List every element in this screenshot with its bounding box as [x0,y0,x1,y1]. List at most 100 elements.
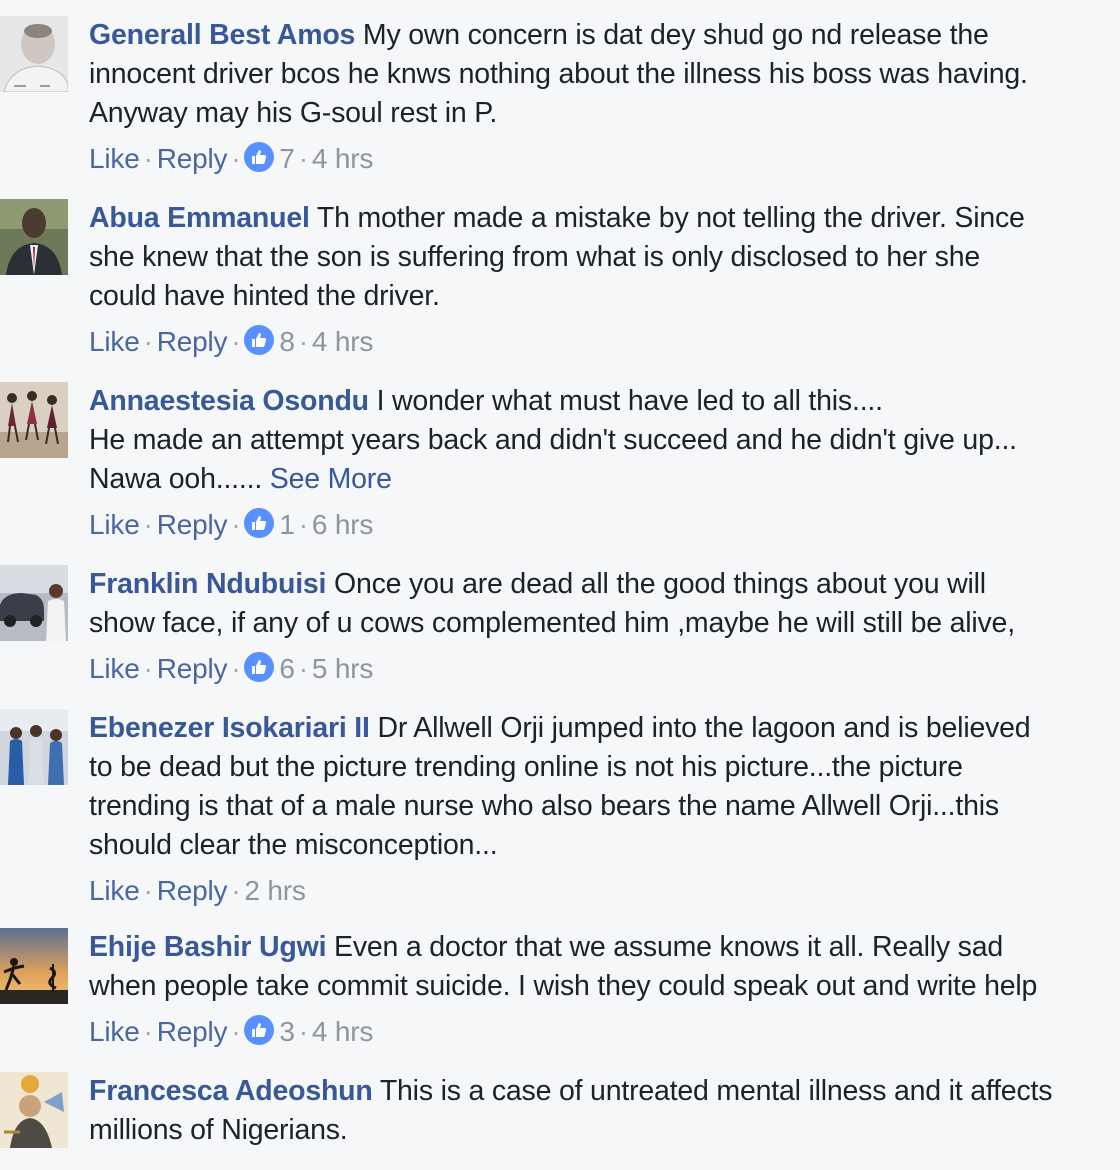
reaction-count[interactable]: 7 [279,143,295,174]
like-button[interactable]: Like [89,875,140,906]
comment-line: when people take commit suicide. I wish … [89,970,1038,1002]
comment-line: innocent driver bcos he knws nothing abo… [89,58,1028,90]
comment-line: trending is that of a male nurse who als… [89,790,999,822]
sunset-silhouette-avatar[interactable] [0,928,68,1004]
reply-button[interactable]: Reply [157,143,228,174]
thumbs-up-icon[interactable] [244,325,275,355]
comment-text: Ehije Bashir Ugwi Even a doctor that we … [89,928,1114,1006]
comment-body: Generall Best Amos My own concern is dat… [89,16,1114,177]
comment-actions: Like · Reply · 8 · 4 hrs [89,324,1114,360]
comment-actions: Like · Reply · 2 hrs [89,873,1114,909]
comment-timestamp[interactable]: 5 hrs [312,653,373,684]
comment-line: Anyway may his G-soul rest in P. [89,97,498,129]
separator-dot: · [143,326,153,357]
comment-text: Francesca Adeoshun This is a case of unt… [89,1072,1114,1150]
comment-text: Generall Best Amos My own concern is dat… [89,16,1114,133]
man-in-suit-avatar[interactable] [0,199,68,275]
comment-timestamp[interactable]: 6 hrs [312,509,373,540]
separator-dot: · [231,143,241,174]
comment-actions: Like · Reply · 1 · 6 hrs [89,507,1114,543]
comment-actions: Like · Reply · 3 · 4 hrs [89,1014,1114,1050]
separator-dot: · [143,143,153,174]
comment-line: Dr Allwell Orji jumped into the lagoon a… [377,712,1031,744]
comment-body: Abua Emmanuel Th mother made a mistake b… [89,199,1114,360]
separator-dot: · [298,509,308,540]
comment-timestamp[interactable]: 4 hrs [312,1016,373,1047]
reaction-count[interactable]: 6 [279,653,295,684]
comment-line: should clear the misconception... [89,829,498,861]
separator-dot: · [231,326,241,357]
comment-body: Ebenezer Isokariari II Dr Allwell Orji j… [89,709,1114,909]
comment-line: she knew that the son is suffering from … [89,241,981,273]
comment-line: could have hinted the driver. [89,280,440,312]
comment-body: Annaestesia Osondu I wonder what must ha… [89,382,1114,543]
comment-timestamp[interactable]: 4 hrs [312,143,373,174]
comment-line: Even a doctor that we assume knows it al… [334,931,1004,963]
separator-dot: · [231,875,241,906]
comment-thread: Generall Best Amos My own concern is dat… [0,0,1120,1170]
separator-dot: · [231,509,241,540]
commenter-name[interactable]: Annaestesia Osondu [89,385,369,417]
comment-line: millions of Nigerians. [89,1114,348,1146]
comment-line: Nawa ooh...... [89,463,263,495]
reply-button[interactable]: Reply [157,653,228,684]
man-portrait-avatar[interactable] [0,16,68,92]
comment-actions: Like · Reply · 6 · 5 hrs [89,651,1114,687]
commenter-name[interactable]: Francesca Adeoshun [89,1075,373,1107]
comment-body: Ehije Bashir Ugwi Even a doctor that we … [89,928,1114,1050]
comment-line: to be dead but the picture trending onli… [89,751,963,783]
like-button[interactable]: Like [89,653,140,684]
illustration-avatar[interactable] [0,1072,68,1148]
reply-button[interactable]: Reply [157,509,228,540]
reaction-count[interactable]: 8 [279,326,295,357]
thumbs-up-icon[interactable] [244,1015,275,1045]
street-car-avatar[interactable] [0,565,68,641]
comment-line: This is a case of untreated mental illne… [379,1075,1053,1107]
separator-dot: · [231,1016,241,1047]
commenter-name[interactable]: Ebenezer Isokariari II [89,712,370,744]
comment-line: Once you are dead all the good things ab… [334,568,986,600]
separator-dot: · [298,143,308,174]
see-more-link[interactable]: See More [270,463,392,495]
reply-button[interactable]: Reply [157,875,228,906]
reaction-count[interactable]: 3 [279,1016,295,1047]
comment-line: Th mother made a mistake by not telling … [316,202,1025,234]
like-button[interactable]: Like [89,1016,140,1047]
separator-dot: · [231,653,241,684]
commenter-name[interactable]: Generall Best Amos [89,19,355,51]
separator-dot: · [298,1016,308,1047]
comment-text: Ebenezer Isokariari II Dr Allwell Orji j… [89,709,1114,865]
comment-timestamp[interactable]: 2 hrs [244,875,305,906]
separator-dot: · [143,875,153,906]
commenter-name[interactable]: Franklin Ndubuisi [89,568,326,600]
dancers-avatar[interactable] [0,382,68,458]
thumbs-up-icon[interactable] [244,142,275,172]
comment-line: My own concern is dat dey shud go nd rel… [362,19,989,51]
like-button[interactable]: Like [89,326,140,357]
thumbs-up-icon[interactable] [244,508,275,538]
like-button[interactable]: Like [89,509,140,540]
commenter-name[interactable]: Abua Emmanuel [89,202,310,234]
comment-line: He made an attempt years back and didn't… [89,424,1017,456]
separator-dot: · [298,653,308,684]
separator-dot: · [298,326,308,357]
comment-line: show face, if any of u cows complemented… [89,607,1015,639]
comment-timestamp[interactable]: 4 hrs [312,326,373,357]
like-button[interactable]: Like [89,143,140,174]
comment-line: I wonder what must have led to all this.… [376,385,883,417]
separator-dot: · [143,1016,153,1047]
reply-button[interactable]: Reply [157,326,228,357]
separator-dot: · [143,653,153,684]
commenter-name[interactable]: Ehije Bashir Ugwi [89,931,327,963]
comment-text: Franklin Ndubuisi Once you are dead all … [89,565,1114,643]
thumbs-up-icon[interactable] [244,652,275,682]
reaction-count[interactable]: 1 [279,509,295,540]
comment-text: Annaestesia Osondu I wonder what must ha… [89,382,1114,499]
separator-dot: · [143,509,153,540]
comment-actions: Like · Reply · 7 · 4 hrs [89,141,1114,177]
reply-button[interactable]: Reply [157,1016,228,1047]
comment-text: Abua Emmanuel Th mother made a mistake b… [89,199,1114,316]
group-photo-avatar[interactable] [0,709,68,785]
comment-body: Francesca Adeoshun This is a case of unt… [89,1072,1114,1150]
comment-body: Franklin Ndubuisi Once you are dead all … [89,565,1114,687]
